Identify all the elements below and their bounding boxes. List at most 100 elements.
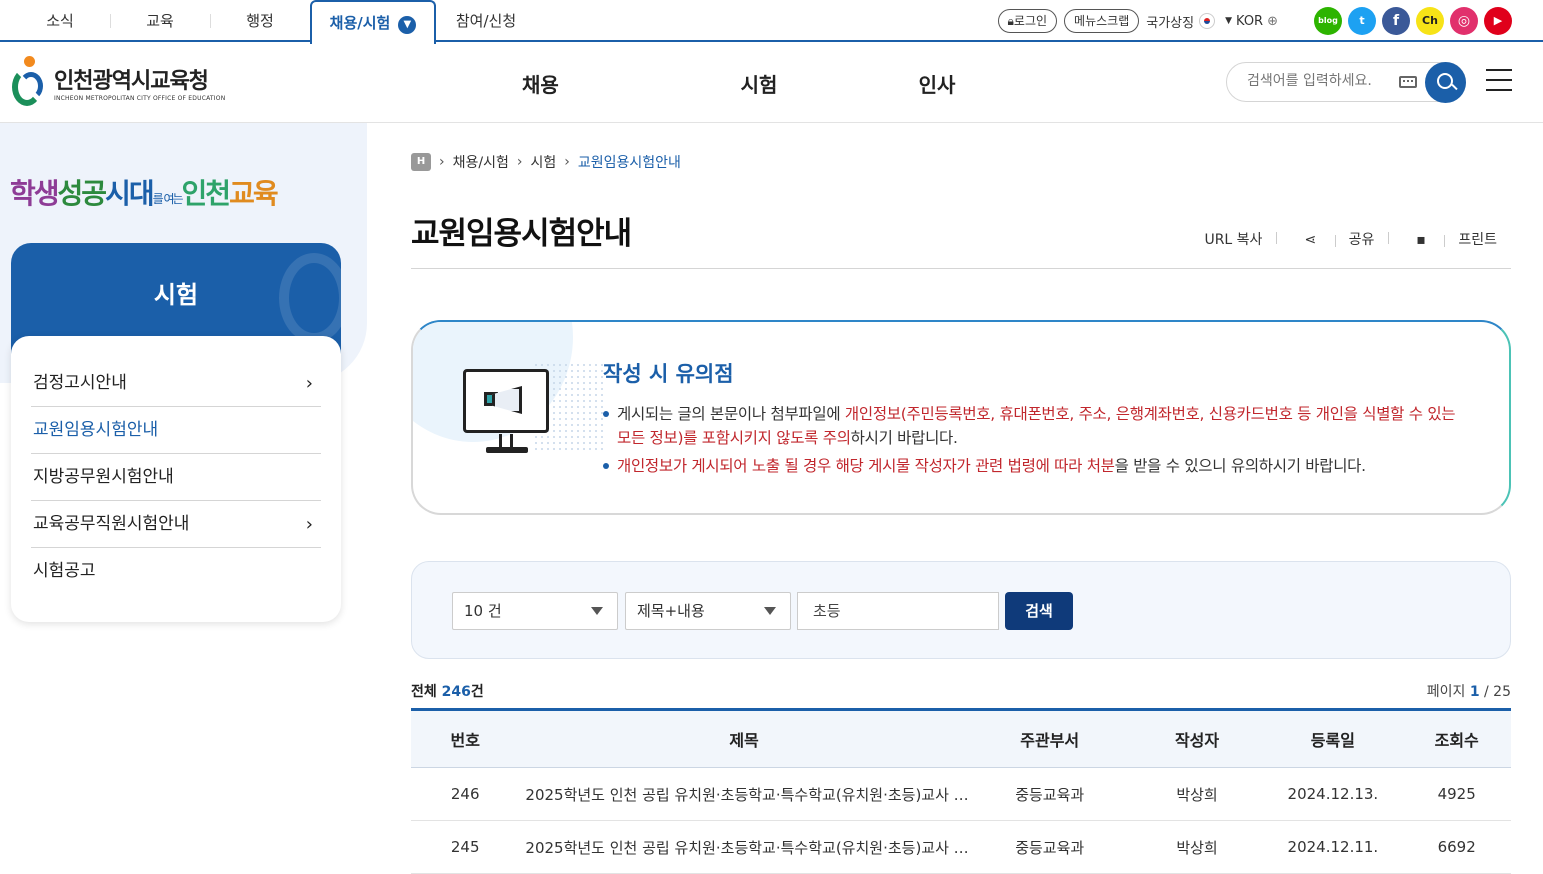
youtube-icon[interactable]: ▶ bbox=[1484, 7, 1512, 35]
breadcrumb-item[interactable]: 채용/시험 bbox=[453, 152, 509, 172]
megaphone-monitor-icon bbox=[463, 369, 549, 453]
logo-name: 인천광역시교육청 bbox=[54, 68, 209, 94]
copy-url-button[interactable]: URL 복사 bbox=[1190, 229, 1276, 249]
board-table: 번호 제목 주관부서 작성자 등록일 조회수 246 2025학년도 인천 공립… bbox=[411, 708, 1511, 874]
sidebar-item-label: 지방공무원시험안내 bbox=[33, 467, 174, 487]
post-author: 박상희 bbox=[1130, 767, 1264, 821]
breadcrumb-current[interactable]: 교원임용시험안내 bbox=[578, 152, 681, 172]
breadcrumb-separator: › bbox=[439, 154, 445, 170]
page-size-select[interactable]: 10 건 bbox=[452, 592, 618, 630]
national-symbol-label: 국가상징 bbox=[1146, 15, 1195, 31]
search-button[interactable] bbox=[1425, 62, 1466, 103]
sidebar-item-exam-announcement[interactable]: 시험공고 bbox=[31, 548, 321, 595]
logo-watermark-icon bbox=[279, 253, 341, 343]
top-nav-participation[interactable]: 참여/신청 bbox=[436, 0, 536, 42]
post-number: 245 bbox=[411, 820, 520, 874]
column-header: 조회수 bbox=[1402, 708, 1511, 768]
search-input[interactable] bbox=[1247, 73, 1397, 89]
keyword-input[interactable]: 초등 bbox=[797, 592, 999, 630]
page-current: 1 bbox=[1469, 684, 1480, 700]
search-field-value: 제목+내용 bbox=[637, 602, 705, 620]
breadcrumb-item[interactable]: 시험 bbox=[530, 152, 556, 172]
post-views: 6692 bbox=[1402, 820, 1511, 874]
post-title-link[interactable]: 2025학년도 인천 공립 유치원·초등학교·특수학교(유치원·초등)교사 … bbox=[519, 767, 969, 821]
page-title: 교원임용시험안내 bbox=[411, 216, 632, 252]
top-nav-recruitment-label: 채용/시험 bbox=[329, 14, 391, 32]
login-button[interactable]: 🔒︎로그인 bbox=[997, 9, 1058, 33]
main-nav-personnel[interactable]: 인사 bbox=[848, 69, 1026, 98]
twitter-icon[interactable]: t bbox=[1348, 7, 1376, 35]
main-nav-recruitment[interactable]: 채용 bbox=[492, 69, 670, 98]
top-nav-administration[interactable]: 행정 bbox=[210, 0, 310, 42]
notice-warning-text: 개인정보가 게시되어 노출 될 경우 해당 게시물 작성자가 관련 법령에 따라… bbox=[617, 457, 1115, 475]
home-icon[interactable]: H bbox=[411, 153, 431, 171]
post-number: 246 bbox=[411, 767, 520, 821]
total-count: 전체 246건 bbox=[411, 681, 484, 701]
post-date: 2024.12.13. bbox=[1263, 767, 1403, 821]
utility-links: 🔒︎로그인 메뉴스크랩 국가상징 ▼ KOR ⊕ blog t f Ch ◎ ▶ bbox=[997, 7, 1543, 35]
writing-notice-box: 작성 시 유의점 게시되는 글의 본문이나 첨부파일에 개인정보(주민등록번호,… bbox=[411, 320, 1511, 515]
slogan-part1: 학생 bbox=[10, 177, 60, 210]
post-department: 중등교육과 bbox=[968, 767, 1131, 821]
sns-links: blog t f Ch ◎ ▶ bbox=[1308, 7, 1512, 35]
column-header: 제목 bbox=[519, 708, 969, 768]
sidebar-item-label: 시험공고 bbox=[33, 561, 96, 581]
total-unit: 건 bbox=[470, 684, 484, 700]
column-header: 작성자 bbox=[1130, 708, 1264, 768]
chevron-down-icon: ▼ bbox=[398, 16, 417, 34]
printer-icon: ▪ bbox=[1416, 232, 1431, 248]
caret-down-icon bbox=[764, 607, 776, 615]
sidebar-item-education-staff-exam[interactable]: 교육공무직원시험안내 › bbox=[31, 501, 321, 548]
share-button[interactable]: ⋖ 공유 bbox=[1276, 229, 1388, 249]
slogan-part5: 교육 bbox=[229, 177, 279, 210]
post-date: 2024.12.11. bbox=[1263, 820, 1403, 874]
sidebar-item-local-civil-servant-exam[interactable]: 지방공무원시험안내 bbox=[31, 454, 321, 501]
title-divider bbox=[411, 268, 1511, 269]
national-symbol-link[interactable]: 국가상징 bbox=[1146, 12, 1216, 31]
sidebar-item-label: 검정고시안내 bbox=[33, 373, 127, 393]
top-nav-education[interactable]: 교육 bbox=[110, 0, 210, 42]
menu-icon[interactable] bbox=[1486, 69, 1512, 93]
language-select[interactable]: ▼ KOR ⊕ bbox=[1225, 14, 1278, 29]
site-logo[interactable]: 인천광역시교육청 INCHEON METROPOLITAN CITY OFFIC… bbox=[10, 56, 225, 108]
menu-scrap-button[interactable]: 메뉴스크랩 bbox=[1064, 9, 1140, 33]
breadcrumb-separator: › bbox=[516, 154, 523, 170]
search-submit-button[interactable]: 검색 bbox=[1005, 592, 1073, 630]
print-label: 프린트 bbox=[1444, 232, 1497, 248]
sidebar-item-qualification-exam[interactable]: 검정고시안내 › bbox=[31, 360, 321, 407]
login-label: 로그인 bbox=[1013, 14, 1048, 28]
search-field-select[interactable]: 제목+내용 bbox=[625, 592, 791, 630]
notice-text: 게시되는 글의 본문이나 첨부파일에 bbox=[617, 405, 845, 423]
main-nav-exam[interactable]: 시험 bbox=[670, 69, 848, 98]
notice-text: 을 받을 수 있으니 유의하시기 바랍니다. bbox=[1114, 457, 1366, 475]
share-label: 공유 bbox=[1335, 232, 1375, 248]
post-views: 4925 bbox=[1402, 767, 1511, 821]
notice-item: 게시되는 글의 본문이나 첨부파일에 개인정보(주민등록번호, 휴대폰번호, 주… bbox=[603, 402, 1463, 450]
logo-subtitle: INCHEON METROPOLITAN CITY OFFICE OF EDUC… bbox=[54, 94, 226, 102]
notice-text: 하시기 바랍니다. bbox=[850, 429, 958, 447]
slogan-part2: 성공 bbox=[57, 177, 108, 210]
utility-bar: 소식 교육 행정 채용/시험 ▼ 참여/신청 🔒︎로그인 메뉴스크랩 국가상징 ▼… bbox=[0, 0, 1543, 44]
top-nav-recruitment-exam[interactable]: 채용/시험 ▼ bbox=[310, 0, 436, 44]
page-tools: URL 복사 ⋖ 공유 ▪ 프린트 bbox=[1190, 229, 1497, 249]
sidebar-item-teacher-exam[interactable]: 교원임용시험안내 bbox=[31, 407, 321, 454]
logo-symbol-icon bbox=[10, 56, 48, 108]
facebook-icon[interactable]: f bbox=[1382, 7, 1410, 35]
language-label: KOR bbox=[1236, 13, 1264, 29]
sidebar-menu: 검정고시안내 › 교원임용시험안내 지방공무원시험안내 교육공무직원시험안내 › 시… bbox=[11, 336, 341, 622]
korea-flag-icon bbox=[1199, 13, 1216, 29]
kakao-channel-icon[interactable]: Ch bbox=[1416, 7, 1444, 35]
slogan-part3: 시대 bbox=[105, 177, 155, 210]
sidebar-item-label: 교원임용시험안내 bbox=[33, 420, 159, 440]
top-category-nav: 소식 교육 행정 채용/시험 ▼ 참여/신청 bbox=[10, 0, 536, 44]
globe-icon: ⊕ bbox=[1267, 13, 1278, 29]
blog-icon[interactable]: blog bbox=[1314, 7, 1342, 35]
keyboard-icon[interactable] bbox=[1399, 76, 1417, 88]
instagram-icon[interactable]: ◎ bbox=[1450, 7, 1478, 35]
column-header: 주관부서 bbox=[968, 708, 1131, 768]
print-button[interactable]: ▪ 프린트 bbox=[1388, 229, 1497, 249]
top-nav-news[interactable]: 소식 bbox=[10, 0, 110, 42]
post-title-link[interactable]: 2025학년도 인천 공립 유치원·초등학교·특수학교(유치원·초등)교사 … bbox=[519, 820, 969, 874]
total-number: 246 bbox=[441, 684, 471, 700]
page-size-value: 10 건 bbox=[464, 602, 502, 620]
